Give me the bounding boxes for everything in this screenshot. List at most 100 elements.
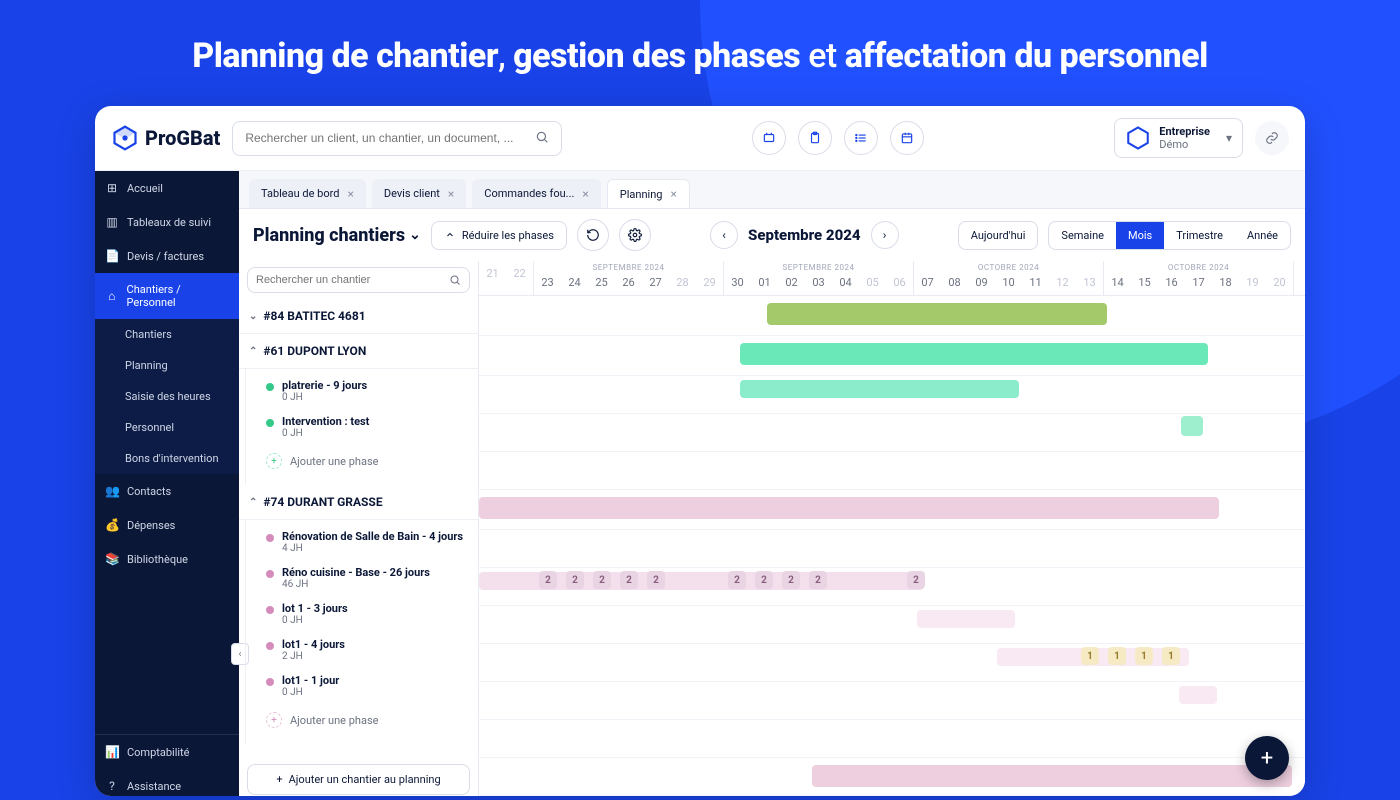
company-selector[interactable]: Entreprise Démo ▾ — [1114, 118, 1243, 158]
refresh-button[interactable] — [577, 219, 609, 251]
topbar-link-icon[interactable] — [1255, 121, 1289, 155]
day-header[interactable]: 03 — [805, 274, 832, 295]
view-quarter[interactable]: Trimestre — [1164, 222, 1235, 249]
nav-devis[interactable]: 📄Devis / factures — [95, 239, 239, 273]
day-header[interactable]: 12 — [1049, 274, 1076, 295]
gantt-bar[interactable] — [917, 610, 1015, 628]
tab-devis[interactable]: Devis client× — [372, 179, 466, 208]
subnav-saisie-item[interactable]: Saisie des heures — [95, 381, 239, 412]
brand-logo[interactable]: ProGBat — [111, 124, 220, 152]
resource-badge[interactable]: 2 — [593, 571, 611, 589]
day-header[interactable]: 17 — [1185, 274, 1212, 295]
gantt-row[interactable] — [479, 376, 1305, 414]
gantt-row[interactable] — [479, 606, 1305, 644]
nav-bibliotheque[interactable]: 📚Bibliothèque — [95, 542, 239, 576]
add-site-button[interactable]: +Ajouter un chantier au planning — [247, 764, 470, 795]
day-header[interactable]: 07 — [914, 274, 941, 295]
phase-row[interactable]: lot1 - 1 jour0 JH — [258, 668, 478, 704]
day-header[interactable]: 21 — [479, 265, 506, 286]
day-header[interactable]: 04 — [832, 274, 859, 295]
gantt-row[interactable] — [479, 758, 1305, 796]
day-header[interactable]: 2 — [1294, 265, 1305, 286]
tab-tableau[interactable]: Tableau de bord× — [249, 179, 366, 208]
topbar-clipboard-icon[interactable] — [798, 121, 832, 155]
nav-depenses[interactable]: 💰Dépenses — [95, 508, 239, 542]
topbar-calendar-icon[interactable] — [890, 121, 924, 155]
nav-chantiers[interactable]: ⌂Chantiers / Personnel — [95, 273, 239, 319]
topbar-list-icon[interactable] — [844, 121, 878, 155]
phase-row[interactable]: Intervention : test0 JH — [258, 409, 478, 445]
gantt-row[interactable] — [479, 720, 1305, 758]
day-header[interactable]: 23 — [534, 274, 561, 295]
day-header[interactable]: 29 — [696, 274, 723, 295]
project-header[interactable]: ⌃#74 DURANT GRASSE — [239, 485, 478, 520]
today-button[interactable]: Aujourd'hui — [958, 221, 1039, 250]
nav-contacts[interactable]: 👥Contacts — [95, 474, 239, 508]
day-header[interactable]: 28 — [669, 274, 696, 295]
gantt-row[interactable]: 2 2 2 2 2 2 2 2 2 2 — [479, 568, 1305, 606]
gantt-bar[interactable] — [740, 380, 1019, 398]
next-period-button[interactable]: › — [871, 221, 899, 249]
close-icon[interactable]: × — [670, 187, 676, 201]
view-year[interactable]: Année — [1235, 222, 1290, 249]
phase-row[interactable]: Réno cuisine - Base - 26 jours46 JH — [258, 560, 478, 596]
project-header[interactable]: ⌄#84 BATITEC 4681 — [239, 299, 478, 334]
day-header[interactable]: 13 — [1076, 274, 1103, 295]
prev-period-button[interactable]: ‹ — [710, 221, 738, 249]
day-header[interactable]: 10 — [995, 274, 1022, 295]
fab-add-button[interactable]: + — [1245, 736, 1289, 780]
gantt-row[interactable] — [479, 336, 1305, 376]
close-icon[interactable]: × — [448, 187, 454, 201]
gantt-row[interactable] — [479, 490, 1305, 530]
resource-badge[interactable]: 1 — [1108, 647, 1126, 665]
gantt-bar[interactable] — [1179, 686, 1217, 704]
gantt-row[interactable] — [479, 296, 1305, 336]
add-phase-button[interactable]: +Ajouter une phase — [258, 445, 478, 481]
day-header[interactable]: 30 — [724, 274, 751, 295]
add-phase-button[interactable]: +Ajouter une phase — [258, 704, 478, 740]
day-header[interactable]: 01 — [751, 274, 778, 295]
phase-row[interactable]: lot 1 - 3 jours0 JH — [258, 596, 478, 632]
site-search-input[interactable] — [256, 274, 449, 286]
global-search[interactable] — [232, 121, 562, 156]
day-header[interactable]: 25 — [588, 274, 615, 295]
day-header[interactable]: 02 — [778, 274, 805, 295]
phase-row[interactable]: Rénovation de Salle de Bain - 4 jours4 J… — [258, 524, 478, 560]
view-week[interactable]: Semaine — [1049, 222, 1116, 249]
site-search[interactable] — [247, 267, 470, 293]
resource-badge[interactable]: 2 — [728, 571, 746, 589]
day-header[interactable]: 15 — [1131, 274, 1158, 295]
nav-comptabilite[interactable]: 📊Comptabilité — [95, 735, 239, 769]
gantt-bar[interactable] — [767, 303, 1107, 325]
day-header[interactable]: 16 — [1158, 274, 1185, 295]
settings-button[interactable] — [619, 219, 651, 251]
gantt-row[interactable] — [479, 530, 1305, 568]
gantt-row[interactable] — [479, 452, 1305, 490]
subnav-personnel-item[interactable]: Personnel — [95, 412, 239, 443]
resource-badge[interactable]: 2 — [620, 571, 638, 589]
gantt-bar[interactable] — [479, 497, 1219, 519]
gantt-row[interactable]: 1 1 1 1 — [479, 644, 1305, 682]
day-header[interactable]: 22 — [506, 265, 533, 286]
collapse-phases-button[interactable]: Réduire les phases — [431, 221, 567, 250]
day-header[interactable]: 09 — [968, 274, 995, 295]
gantt-bar[interactable] — [740, 343, 1208, 365]
day-header[interactable]: 26 — [615, 274, 642, 295]
day-header[interactable]: 08 — [941, 274, 968, 295]
gantt-bar[interactable] — [812, 765, 1292, 787]
resource-badge[interactable]: 2 — [647, 571, 665, 589]
day-header[interactable]: 27 — [642, 274, 669, 295]
day-header[interactable]: 14 — [1104, 274, 1131, 295]
gantt-bar[interactable] — [1181, 416, 1203, 436]
gantt-row[interactable] — [479, 682, 1305, 720]
resource-badge[interactable]: 1 — [1162, 647, 1180, 665]
phase-row[interactable]: lot1 - 4 jours2 JH — [258, 632, 478, 668]
nav-accueil[interactable]: ⊞Accueil — [95, 171, 239, 205]
resource-badge[interactable]: 1 — [1081, 647, 1099, 665]
resource-badge[interactable]: 2 — [907, 571, 925, 589]
view-month[interactable]: Mois — [1116, 222, 1164, 249]
resource-badge[interactable]: 2 — [782, 571, 800, 589]
day-header[interactable]: 18 — [1212, 274, 1239, 295]
global-search-input[interactable] — [245, 131, 535, 145]
close-icon[interactable]: × — [582, 187, 588, 201]
